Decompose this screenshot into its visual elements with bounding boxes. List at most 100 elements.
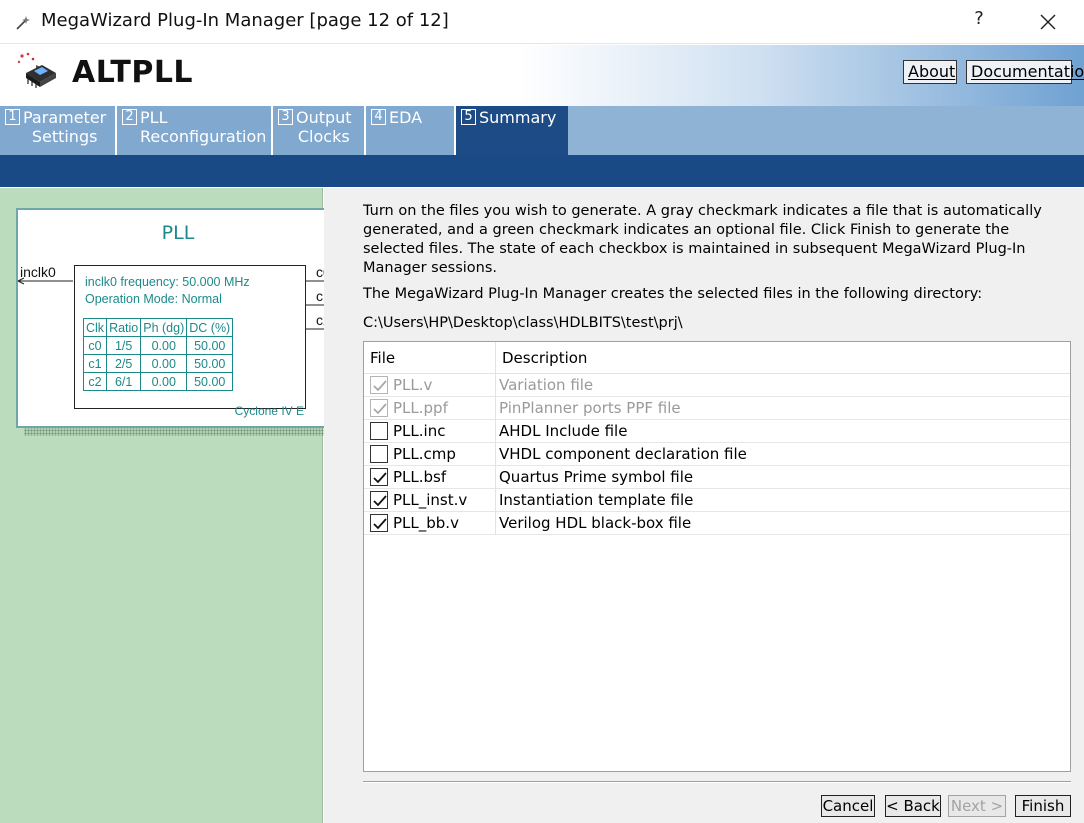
clock-cell: c1 bbox=[82, 354, 108, 373]
clock-table: Clk Ratio Ph (dg) DC (%) c0 1/5 0.00 50.… bbox=[82, 318, 234, 391]
file-description: Variation file bbox=[499, 376, 594, 394]
clock-cell: c0 bbox=[82, 336, 108, 355]
clock-col-header: Ratio bbox=[106, 318, 142, 337]
file-row: PLL.bsf Quartus Prime symbol file bbox=[364, 466, 1070, 489]
file-description: Verilog HDL black-box file bbox=[499, 514, 692, 532]
operation-mode-text: Operation Mode: Normal bbox=[85, 292, 222, 306]
clock-cell: 50.00 bbox=[186, 354, 234, 373]
clock-cell: 0.00 bbox=[140, 336, 188, 355]
checkmark-icon bbox=[373, 495, 387, 507]
tab-label: PLL Reconfiguration bbox=[140, 108, 267, 146]
directory-path: C:\Users\HP\Desktop\class\HDLBITS\test\p… bbox=[363, 315, 683, 331]
file-checkbox[interactable] bbox=[370, 468, 388, 486]
file-row: PLL.inc AHDL Include file bbox=[364, 420, 1070, 443]
file-checkbox[interactable] bbox=[370, 422, 388, 440]
column-header-description[interactable]: Description bbox=[502, 349, 587, 367]
close-icon[interactable] bbox=[1030, 6, 1066, 38]
footer-divider bbox=[363, 781, 1071, 783]
tab-number: 3 bbox=[278, 109, 293, 125]
clock-cell: c2 bbox=[82, 372, 108, 391]
file-name: PLL.inc bbox=[393, 422, 446, 440]
directory-label: The MegaWizard Plug-In Manager creates t… bbox=[363, 286, 983, 302]
file-name: PLL.cmp bbox=[393, 445, 456, 463]
tab-eda[interactable]: 4 EDA bbox=[366, 106, 456, 155]
tab-label: Parameter Settings bbox=[23, 108, 107, 146]
clock-cell: 0.00 bbox=[140, 372, 188, 391]
device-family: Cyclone IV E bbox=[234, 404, 304, 418]
next-button[interactable]: Next > bbox=[948, 795, 1006, 817]
tab-strip bbox=[0, 155, 1084, 187]
checkmark-icon bbox=[373, 518, 387, 530]
tab-number: 2 bbox=[122, 109, 137, 125]
pll-symbol: PLL inclk0 frequency: 50.000 MHz Operati… bbox=[16, 208, 340, 428]
file-checkbox[interactable] bbox=[370, 514, 388, 532]
tab-summary[interactable]: 5 Summary bbox=[456, 106, 568, 155]
column-header-file[interactable]: File bbox=[370, 349, 395, 367]
file-description: AHDL Include file bbox=[499, 422, 628, 440]
file-row: PLL_bb.v Verilog HDL black-box file bbox=[364, 512, 1070, 535]
clock-col-header: Ph (dg) bbox=[140, 318, 188, 337]
file-list-header: File Description bbox=[364, 342, 1070, 374]
clock-cell: 6/1 bbox=[106, 372, 142, 391]
frequency-text: inclk0 frequency: 50.000 MHz bbox=[85, 275, 250, 289]
file-name: PLL_bb.v bbox=[393, 514, 459, 532]
clock-table-row: c1 2/5 0.00 50.00 bbox=[82, 354, 234, 373]
file-checkbox[interactable] bbox=[370, 445, 388, 463]
pll-title: PLL bbox=[161, 222, 195, 244]
tab-number: 5 bbox=[461, 109, 476, 125]
file-description: Instantiation template file bbox=[499, 491, 694, 509]
checkmark-icon bbox=[373, 403, 387, 415]
tab-output-clocks[interactable]: 3 Output Clocks bbox=[273, 106, 366, 155]
checkmark-icon bbox=[373, 380, 387, 392]
header-banner: ALTPLL About Documentation bbox=[0, 45, 1084, 106]
tab-number: 1 bbox=[5, 109, 20, 125]
clock-cell: 2/5 bbox=[106, 354, 142, 373]
instructions-text: Turn on the files you wish to generate. … bbox=[363, 203, 1042, 276]
finish-button[interactable]: Finish bbox=[1015, 795, 1071, 817]
file-row: PLL.ppf PinPlanner ports PPF file bbox=[364, 397, 1070, 420]
tab-label: EDA bbox=[389, 108, 423, 127]
product-title: ALTPLL bbox=[72, 55, 194, 90]
tab-label: Summary bbox=[479, 108, 557, 127]
clock-cell: 0.00 bbox=[140, 354, 188, 373]
documentation-button[interactable]: Documentation bbox=[966, 60, 1084, 84]
clock-table-header: Clk Ratio Ph (dg) DC (%) bbox=[82, 318, 234, 337]
clock-table-row: c0 1/5 0.00 50.00 bbox=[82, 336, 234, 355]
file-name: PLL.ppf bbox=[393, 399, 448, 417]
file-description: Quartus Prime symbol file bbox=[499, 468, 694, 486]
file-name: PLL_inst.v bbox=[393, 491, 468, 509]
help-button[interactable]: ? bbox=[968, 8, 990, 36]
tab-pll-reconfiguration[interactable]: 2 PLL Reconfiguration bbox=[117, 106, 273, 155]
tab-number: 4 bbox=[371, 109, 386, 125]
file-checkbox bbox=[370, 376, 388, 394]
file-name: PLL.bsf bbox=[393, 468, 447, 486]
clock-cell: 1/5 bbox=[106, 336, 142, 355]
wizard-tabs: 1 Parameter Settings 2 PLL Reconfigurati… bbox=[0, 106, 1084, 155]
file-list[interactable]: File Description PLL.v Variation file PL… bbox=[363, 341, 1071, 772]
title-bar: MegaWizard Plug-In Manager [page 12 of 1… bbox=[0, 0, 1084, 44]
checkmark-icon bbox=[373, 472, 387, 484]
file-row: PLL.v Variation file bbox=[364, 374, 1070, 397]
file-description: VHDL component declaration file bbox=[499, 445, 747, 463]
about-button[interactable]: About bbox=[903, 60, 957, 84]
window-title: MegaWizard Plug-In Manager [page 12 of 1… bbox=[41, 10, 449, 31]
file-description: PinPlanner ports PPF file bbox=[499, 399, 681, 417]
file-name: PLL.v bbox=[393, 376, 433, 394]
clock-cell: 50.00 bbox=[186, 336, 234, 355]
file-row: PLL_inst.v Instantiation template file bbox=[364, 489, 1070, 512]
cancel-button[interactable]: Cancel bbox=[821, 795, 875, 817]
clock-table-row: c2 6/1 0.00 50.00 bbox=[82, 372, 234, 391]
file-checkbox[interactable] bbox=[370, 491, 388, 509]
tab-parameter-settings[interactable]: 1 Parameter Settings bbox=[0, 106, 117, 155]
file-checkbox bbox=[370, 399, 388, 417]
back-button[interactable]: < Back bbox=[885, 795, 941, 817]
pll-body: inclk0 frequency: 50.000 MHz Operation M… bbox=[74, 265, 306, 409]
file-row: PLL.cmp VHDL component declaration file bbox=[364, 443, 1070, 466]
wand-icon bbox=[16, 16, 30, 30]
clock-cell: 50.00 bbox=[186, 372, 234, 391]
chip-logo-icon bbox=[17, 52, 56, 88]
port-inclk0: inclk0 bbox=[20, 264, 56, 280]
tab-label: Output Clocks bbox=[296, 108, 352, 146]
clock-col-header: DC (%) bbox=[186, 318, 234, 337]
clock-col-header: Clk bbox=[82, 318, 108, 337]
